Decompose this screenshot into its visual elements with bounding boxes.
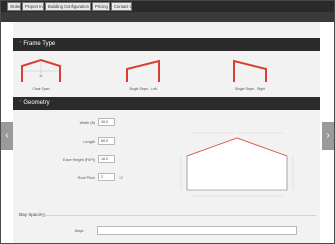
tab-building-configuration[interactable]: Building Configuration bbox=[45, 2, 91, 11]
frame-type-caption: Single Slope - Left bbox=[129, 87, 157, 91]
roof-pitch-input[interactable]: 2 bbox=[98, 173, 115, 181]
asterisk-icon: * bbox=[19, 41, 22, 47]
roof-pitch-label: Roof Pitch bbox=[77, 176, 95, 180]
frame-type-caption: Single Slope - Right bbox=[235, 87, 265, 91]
chevron-right-icon[interactable]: › bbox=[322, 122, 334, 150]
frame-type-single-slope-right[interactable]: Single Slope - Right bbox=[228, 51, 272, 96]
roof-pitch-unit: 12 bbox=[119, 176, 123, 180]
toolbar-strip bbox=[1, 12, 334, 22]
tab-project-info[interactable]: Project Info bbox=[22, 2, 44, 11]
tab-contact-us[interactable]: Contact Us bbox=[111, 2, 132, 11]
frame-type-title: Frame Type bbox=[23, 41, 56, 47]
asterisk-icon: * bbox=[19, 100, 22, 106]
tab-order[interactable]: Order bbox=[7, 2, 21, 11]
clear-span-frame-icon: 40' bbox=[21, 58, 61, 82]
bays-input[interactable] bbox=[97, 226, 297, 235]
eave-height-input[interactable]: 16.0 bbox=[98, 155, 115, 163]
tab-bar: Order Project Info Building Configuratio… bbox=[1, 1, 334, 12]
frame-type-clear-span[interactable]: 40' Clear Span bbox=[19, 51, 63, 96]
geometry-title: Geometry bbox=[23, 100, 50, 106]
single-slope-right-frame-icon bbox=[233, 59, 267, 82]
bays-label: Bays bbox=[75, 229, 84, 233]
tab-pricing[interactable]: Pricing bbox=[92, 2, 110, 11]
eave-height-label: Eave Height (Ft/Ft) bbox=[62, 158, 95, 162]
width-label: Width (ft) bbox=[79, 121, 95, 125]
frame-elevation-diagram bbox=[180, 132, 294, 197]
frame-type-header[interactable]: * Frame Type bbox=[13, 38, 320, 51]
app-frame: Order Project Info Building Configuratio… bbox=[0, 0, 335, 244]
geometry-header[interactable]: * Geometry bbox=[13, 97, 320, 110]
chevron-left-icon[interactable]: ‹ bbox=[1, 122, 13, 150]
length-input[interactable]: 60.0 bbox=[98, 137, 115, 145]
length-label: Length bbox=[83, 140, 95, 144]
frame-type-caption: Clear Span bbox=[32, 87, 50, 91]
svg-text:40': 40' bbox=[39, 74, 43, 78]
divider bbox=[41, 215, 316, 216]
width-input[interactable]: 40.0 bbox=[98, 118, 115, 126]
single-slope-left-frame-icon bbox=[126, 59, 160, 82]
frame-type-single-slope-left[interactable]: Single Slope - Left bbox=[121, 51, 165, 96]
